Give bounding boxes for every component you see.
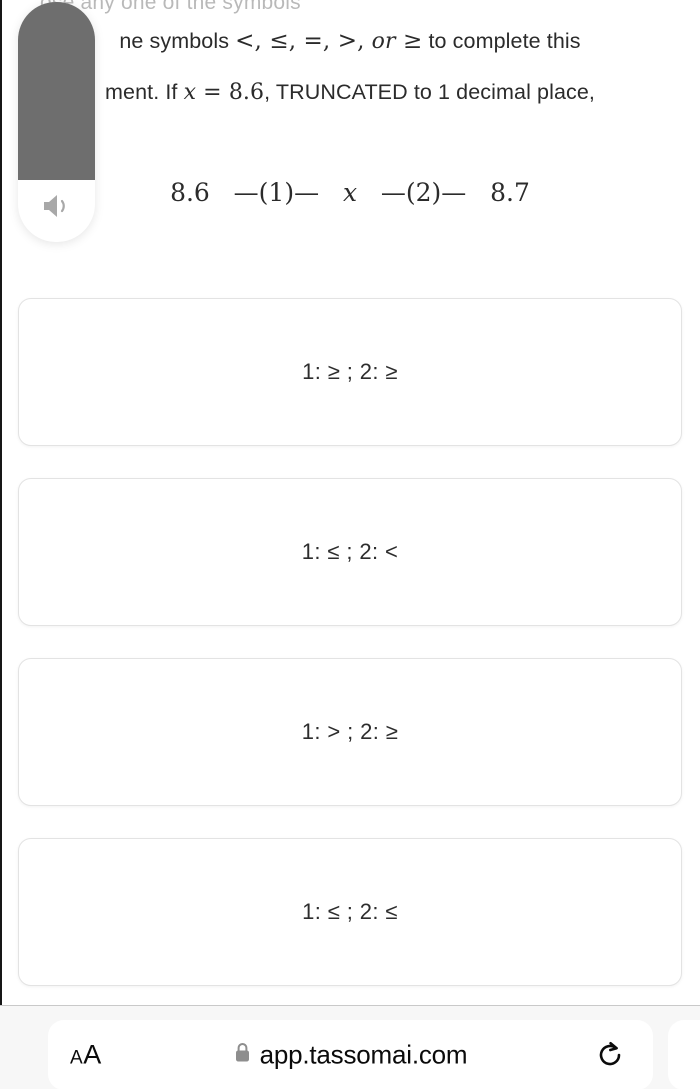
- answer-option-4-label: 1: ≤ ; 2: ≤: [302, 899, 398, 924]
- question-or-word: or: [371, 29, 396, 54]
- address-bar[interactable]: A A app.tassomai.com: [48, 1020, 653, 1089]
- address-bar-url: app.tassomai.com: [259, 1039, 468, 1070]
- question-ge-symbol: ≥: [403, 28, 423, 54]
- question-line-2: ment. If x = 8.6, TRUNCATED to 1 decimal…: [105, 80, 595, 105]
- webpage-content: ose any one of the symbols ne symbols <,…: [0, 0, 700, 1005]
- address-bar-center: app.tassomai.com: [48, 1040, 653, 1071]
- browser-toolbar: A A app.tassomai.com: [0, 1005, 700, 1089]
- equation-right-value: 8.7: [490, 178, 530, 207]
- equation-expression: 8.6 —(1)— x —(2)— 8.7: [0, 178, 700, 207]
- question-line-1-prefix: ne symbols: [119, 29, 236, 53]
- answer-option-2[interactable]: 1: ≤ ; 2: <: [18, 478, 682, 626]
- equation-blank-1: —(1)—: [233, 178, 320, 207]
- answer-option-1[interactable]: 1: ≥ ; 2: ≥: [18, 298, 682, 446]
- question-symbol-list: <, ≤, =, >,: [235, 28, 365, 54]
- reload-icon[interactable]: [593, 1038, 627, 1072]
- answer-option-3-label: 1: > ; 2: ≥: [301, 719, 399, 744]
- screen-left-edge: [0, 0, 2, 1005]
- equation-variable: x: [342, 178, 358, 207]
- answer-option-2-label: 1: ≤ ; 2: <: [301, 539, 399, 564]
- equation-left-value: 8.6: [170, 178, 210, 207]
- question-variable-x: x: [183, 80, 197, 105]
- answer-options-list: 1: ≥ ; 2: ≥ 1: ≤ ; 2: < 1: > ; 2: ≥ 1: ≤…: [0, 298, 700, 1005]
- question-line-2-suffix: , TRUNCATED to 1 decimal place,: [264, 80, 595, 104]
- question-line-1: ne symbols <, ≤, =, >, or ≥ to complete …: [119, 28, 581, 54]
- answer-option-3[interactable]: 1: > ; 2: ≥: [18, 658, 682, 806]
- question-line-2-prefix: ment. If: [105, 80, 184, 104]
- question-line-1-suffix: to complete this: [422, 29, 581, 53]
- speaker-icon: [18, 192, 95, 220]
- answer-option-1-label: 1: ≥ ; 2: ≥: [302, 359, 398, 384]
- lock-icon: [234, 1042, 251, 1069]
- question-x-value: = 8.6: [196, 80, 265, 105]
- adjacent-tab-pill[interactable]: [668, 1020, 700, 1089]
- equation-blank-2: —(2)—: [380, 178, 467, 207]
- volume-hud-fill: [18, 2, 95, 180]
- volume-hud[interactable]: [18, 2, 95, 242]
- question-text: ne symbols <, ≤, =, >, or ≥ to complete …: [0, 16, 700, 118]
- answer-option-4[interactable]: 1: ≤ ; 2: ≤: [18, 838, 682, 986]
